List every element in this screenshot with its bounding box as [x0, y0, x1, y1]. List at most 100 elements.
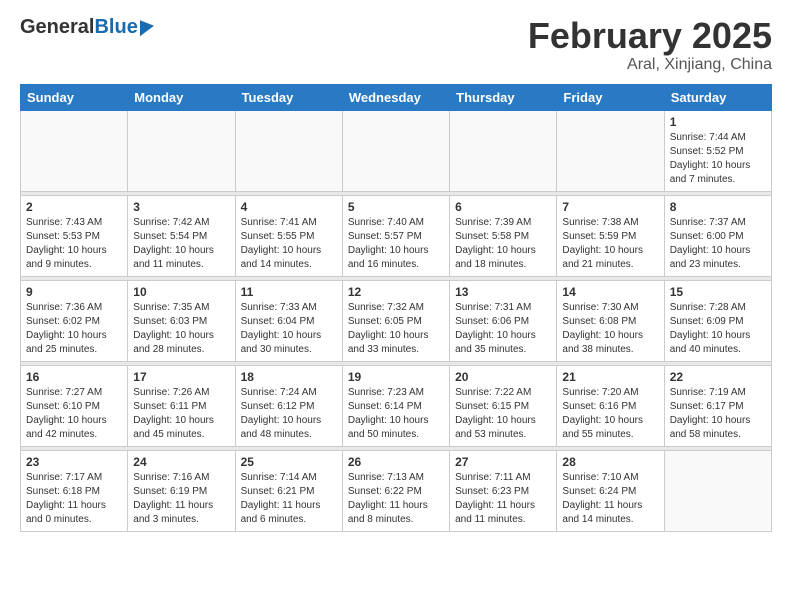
table-row: 6 Sunrise: 7:39 AMSunset: 5:58 PMDaylight… — [450, 195, 557, 276]
table-row — [450, 110, 557, 191]
day-info: Sunrise: 7:30 AMSunset: 6:08 PMDaylight:… — [562, 301, 658, 357]
day-info: Sunrise: 7:13 AMSunset: 6:22 PMDaylight:… — [348, 471, 444, 527]
header-thursday: Thursday — [450, 84, 557, 110]
day-number: 10 — [133, 285, 229, 299]
table-row — [21, 110, 128, 191]
calendar-week-1: 1Sunrise: 7:44 AMSunset: 5:52 PMDaylight… — [21, 110, 772, 191]
table-row: 21 Sunrise: 7:20 AMSunset: 6:16 PMDayligh… — [557, 365, 664, 446]
day-number: 18 — [241, 370, 337, 384]
day-number: 26 — [348, 455, 444, 469]
table-row: 17 Sunrise: 7:26 AMSunset: 6:11 PMDayligh… — [128, 365, 235, 446]
table-row: 20 Sunrise: 7:22 AMSunset: 6:15 PMDayligh… — [450, 365, 557, 446]
title-section: February 2025 Aral, Xinjiang, China — [528, 16, 772, 74]
table-row: 13 Sunrise: 7:31 AMSunset: 6:06 PMDayligh… — [450, 280, 557, 361]
day-info: Sunrise: 7:10 AMSunset: 6:24 PMDaylight:… — [562, 471, 658, 527]
day-info: Sunrise: 7:42 AMSunset: 5:54 PMDaylight:… — [133, 216, 229, 272]
table-row: 2 Sunrise: 7:43 AMSunset: 5:53 PMDaylight… — [21, 195, 128, 276]
table-row: 4 Sunrise: 7:41 AMSunset: 5:55 PMDaylight… — [235, 195, 342, 276]
day-number: 6 — [455, 200, 551, 214]
day-info: Sunrise: 7:28 AMSunset: 6:09 PMDaylight:… — [670, 301, 766, 357]
day-number: 24 — [133, 455, 229, 469]
logo-blue-text: Blue — [94, 16, 137, 39]
day-info: Sunrise: 7:26 AMSunset: 6:11 PMDaylight:… — [133, 386, 229, 442]
header: General Blue February 2025 Aral, Xinjian… — [20, 16, 772, 74]
table-row — [128, 110, 235, 191]
day-number: 5 — [348, 200, 444, 214]
day-number: 4 — [241, 200, 337, 214]
day-info: Sunrise: 7:40 AMSunset: 5:57 PMDaylight:… — [348, 216, 444, 272]
table-row: 23 Sunrise: 7:17 AMSunset: 6:18 PMDayligh… — [21, 450, 128, 531]
day-info: Sunrise: 7:31 AMSunset: 6:06 PMDaylight:… — [455, 301, 551, 357]
header-friday: Friday — [557, 84, 664, 110]
day-info: Sunrise: 7:27 AMSunset: 6:10 PMDaylight:… — [26, 386, 122, 442]
day-info: Sunrise: 7:37 AMSunset: 6:00 PMDaylight:… — [670, 216, 766, 272]
table-row: 11 Sunrise: 7:33 AMSunset: 6:04 PMDayligh… — [235, 280, 342, 361]
day-number: 21 — [562, 370, 658, 384]
table-row: 15 Sunrise: 7:28 AMSunset: 6:09 PMDayligh… — [664, 280, 771, 361]
day-info: Sunrise: 7:19 AMSunset: 6:17 PMDaylight:… — [670, 386, 766, 442]
day-number: 16 — [26, 370, 122, 384]
day-number: 11 — [241, 285, 337, 299]
calendar-week-3: 9 Sunrise: 7:36 AMSunset: 6:02 PMDaylight… — [21, 280, 772, 361]
table-row: 5 Sunrise: 7:40 AMSunset: 5:57 PMDaylight… — [342, 195, 449, 276]
calendar-header-row: Sunday Monday Tuesday Wednesday Thursday… — [21, 84, 772, 110]
day-number: 3 — [133, 200, 229, 214]
day-info: Sunrise: 7:23 AMSunset: 6:14 PMDaylight:… — [348, 386, 444, 442]
table-row: 3 Sunrise: 7:42 AMSunset: 5:54 PMDaylight… — [128, 195, 235, 276]
table-row — [342, 110, 449, 191]
day-number: 27 — [455, 455, 551, 469]
day-number: 15 — [670, 285, 766, 299]
day-info: Sunrise: 7:41 AMSunset: 5:55 PMDaylight:… — [241, 216, 337, 272]
day-number: 19 — [348, 370, 444, 384]
header-sunday: Sunday — [21, 84, 128, 110]
day-info: Sunrise: 7:33 AMSunset: 6:04 PMDaylight:… — [241, 301, 337, 357]
day-info: Sunrise: 7:22 AMSunset: 6:15 PMDaylight:… — [455, 386, 551, 442]
day-info: Sunrise: 7:20 AMSunset: 6:16 PMDaylight:… — [562, 386, 658, 442]
table-row — [664, 450, 771, 531]
day-info: Sunrise: 7:36 AMSunset: 6:02 PMDaylight:… — [26, 301, 122, 357]
month-title: February 2025 — [528, 16, 772, 56]
table-row: 26 Sunrise: 7:13 AMSunset: 6:22 PMDayligh… — [342, 450, 449, 531]
table-row: 28 Sunrise: 7:10 AMSunset: 6:24 PMDayligh… — [557, 450, 664, 531]
table-row: 12Sunrise: 7:32 AMSunset: 6:05 PMDayligh… — [342, 280, 449, 361]
calendar-week-5: 23 Sunrise: 7:17 AMSunset: 6:18 PMDayligh… — [21, 450, 772, 531]
logo-arrow-icon — [140, 17, 154, 35]
header-tuesday: Tuesday — [235, 84, 342, 110]
day-info: Sunrise: 7:43 AMSunset: 5:53 PMDaylight:… — [26, 216, 122, 272]
table-row: 7 Sunrise: 7:38 AMSunset: 5:59 PMDaylight… — [557, 195, 664, 276]
table-row: 25Sunrise: 7:14 AMSunset: 6:21 PMDayligh… — [235, 450, 342, 531]
day-number: 23 — [26, 455, 122, 469]
day-number: 2 — [26, 200, 122, 214]
day-info: Sunrise: 7:38 AMSunset: 5:59 PMDaylight:… — [562, 216, 658, 272]
calendar-week-2: 2 Sunrise: 7:43 AMSunset: 5:53 PMDaylight… — [21, 195, 772, 276]
table-row: 9 Sunrise: 7:36 AMSunset: 6:02 PMDaylight… — [21, 280, 128, 361]
day-number: 14 — [562, 285, 658, 299]
table-row: 14 Sunrise: 7:30 AMSunset: 6:08 PMDayligh… — [557, 280, 664, 361]
table-row — [557, 110, 664, 191]
day-number: 22 — [670, 370, 766, 384]
location: Aral, Xinjiang, China — [528, 56, 772, 74]
day-info: Sunrise: 7:17 AMSunset: 6:18 PMDaylight:… — [26, 471, 122, 527]
day-info: Sunrise: 7:39 AMSunset: 5:58 PMDaylight:… — [455, 216, 551, 272]
day-info: Sunrise: 7:16 AMSunset: 6:19 PMDaylight:… — [133, 471, 229, 527]
header-monday: Monday — [128, 84, 235, 110]
day-info: Sunrise: 7:11 AMSunset: 6:23 PMDaylight:… — [455, 471, 551, 527]
logo: General Blue — [20, 16, 154, 39]
day-number: 13 — [455, 285, 551, 299]
header-wednesday: Wednesday — [342, 84, 449, 110]
table-row: 16 Sunrise: 7:27 AMSunset: 6:10 PMDayligh… — [21, 365, 128, 446]
day-info: Sunrise: 7:14 AMSunset: 6:21 PMDaylight:… — [241, 471, 337, 527]
day-number: 8 — [670, 200, 766, 214]
table-row: 19 Sunrise: 7:23 AMSunset: 6:14 PMDayligh… — [342, 365, 449, 446]
table-row: 18Sunrise: 7:24 AMSunset: 6:12 PMDayligh… — [235, 365, 342, 446]
day-number: 28 — [562, 455, 658, 469]
day-number: 9 — [26, 285, 122, 299]
day-number: 20 — [455, 370, 551, 384]
day-number: 17 — [133, 370, 229, 384]
table-row: 27 Sunrise: 7:11 AMSunset: 6:23 PMDayligh… — [450, 450, 557, 531]
table-row: 1Sunrise: 7:44 AMSunset: 5:52 PMDaylight… — [664, 110, 771, 191]
table-row: 10Sunrise: 7:35 AMSunset: 6:03 PMDayligh… — [128, 280, 235, 361]
day-number: 7 — [562, 200, 658, 214]
logo-general-text: General — [20, 16, 94, 39]
calendar-table: Sunday Monday Tuesday Wednesday Thursday… — [20, 84, 772, 532]
